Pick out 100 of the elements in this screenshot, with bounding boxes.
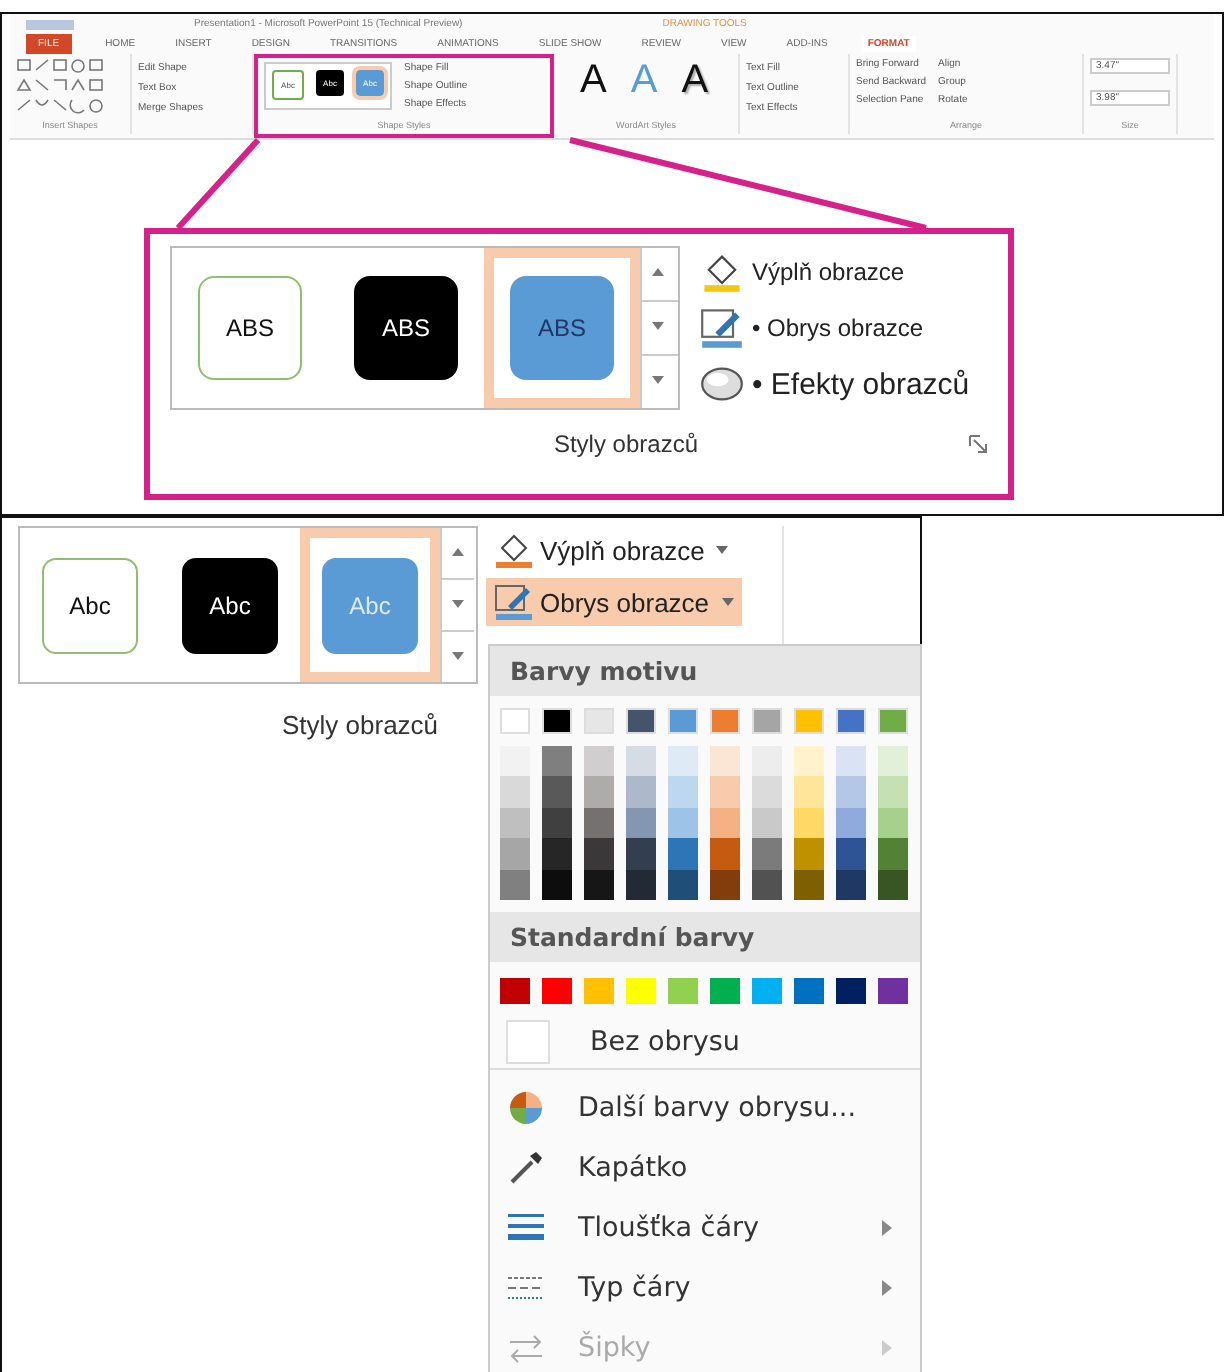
color-swatch[interactable] (584, 708, 614, 734)
color-swatch[interactable] (626, 977, 656, 1004)
color-swatch[interactable] (500, 807, 530, 839)
menu-item[interactable]: Typ čáry (490, 1257, 920, 1318)
color-swatch[interactable] (500, 977, 530, 1004)
color-swatch[interactable] (878, 708, 908, 734)
color-swatch[interactable] (542, 708, 572, 734)
color-swatch[interactable] (710, 869, 740, 900)
color-swatch[interactable] (710, 807, 740, 839)
paint-bucket-icon (700, 250, 744, 294)
ribbon-command[interactable]: Obrys obrazce (486, 578, 742, 626)
ribbon-command[interactable]: Výplň obrazce (486, 526, 742, 574)
color-swatch[interactable] (542, 838, 572, 870)
color-swatch[interactable] (626, 746, 656, 777)
style-option[interactable]: ABS (172, 248, 328, 408)
color-swatch[interactable] (626, 838, 656, 870)
color-swatch[interactable] (584, 838, 614, 870)
color-swatch[interactable] (878, 869, 908, 900)
color-swatch[interactable] (794, 776, 824, 808)
color-swatch[interactable] (668, 807, 698, 839)
color-swatch[interactable] (710, 838, 740, 870)
color-swatch[interactable] (668, 977, 698, 1004)
paint-bucket-icon (494, 530, 534, 570)
color-swatch[interactable] (626, 708, 656, 734)
ribbon-command[interactable]: • Efekty obrazců (752, 367, 970, 401)
color-swatch[interactable] (878, 807, 908, 839)
ribbon-command[interactable]: • Obrys obrazce (752, 314, 924, 342)
color-swatch[interactable] (794, 807, 824, 839)
gallery-scroll-buttons[interactable] (440, 528, 474, 682)
color-swatch[interactable] (836, 807, 866, 839)
color-swatch[interactable] (794, 838, 824, 870)
color-swatch[interactable] (836, 977, 866, 1004)
color-swatch[interactable] (668, 776, 698, 808)
color-swatch[interactable] (836, 869, 866, 900)
color-swatch[interactable] (836, 838, 866, 870)
color-swatch[interactable] (836, 776, 866, 808)
color-swatch[interactable] (878, 776, 908, 808)
style-swatch: ABS (354, 276, 458, 380)
color-swatch[interactable] (500, 776, 530, 808)
color-swatch[interactable] (878, 746, 908, 777)
color-swatch[interactable] (626, 869, 656, 900)
color-swatch[interactable] (584, 746, 614, 777)
wordart-style[interactable]: A (580, 58, 607, 102)
style-swatch: ABS (198, 276, 302, 380)
color-swatch[interactable] (794, 708, 824, 734)
color-swatch[interactable] (668, 708, 698, 734)
menu-item[interactable]: Další barvy obrysu... (490, 1077, 920, 1138)
color-swatch[interactable] (668, 746, 698, 777)
section-heading: Standardní barvy (490, 911, 920, 962)
wordart-style[interactable]: A (681, 58, 709, 102)
color-swatch[interactable] (710, 708, 740, 734)
color-swatch[interactable] (542, 807, 572, 839)
style-option[interactable]: Abc (20, 528, 160, 682)
ribbon-command[interactable]: Výplň obrazce (752, 258, 905, 286)
color-swatch[interactable] (752, 977, 782, 1004)
color-swatch[interactable] (668, 869, 698, 900)
color-swatch[interactable] (500, 838, 530, 870)
color-swatch[interactable] (794, 869, 824, 900)
color-swatch[interactable] (500, 869, 530, 900)
color-swatch[interactable] (836, 708, 866, 734)
color-swatch[interactable] (878, 838, 908, 870)
style-option[interactable]: ABS (484, 248, 640, 408)
color-swatch[interactable] (752, 869, 782, 900)
color-swatch[interactable] (794, 977, 824, 1004)
color-swatch[interactable] (836, 746, 866, 777)
color-swatch[interactable] (710, 977, 740, 1004)
section-heading: Barvy motivu (490, 646, 920, 696)
color-swatch[interactable] (500, 708, 530, 734)
color-swatch[interactable] (752, 746, 782, 777)
color-swatch[interactable] (584, 776, 614, 808)
dialog-launcher-icon[interactable] (968, 434, 988, 454)
color-swatch[interactable] (584, 869, 614, 900)
color-swatch[interactable] (542, 869, 572, 900)
color-swatch[interactable] (542, 776, 572, 808)
color-swatch[interactable] (668, 838, 698, 870)
color-swatch[interactable] (710, 776, 740, 808)
color-swatch[interactable] (584, 977, 614, 1004)
color-swatch[interactable] (752, 807, 782, 839)
style-swatch: Abc (42, 557, 138, 653)
color-swatch[interactable] (584, 807, 614, 839)
color-swatch[interactable] (500, 746, 530, 777)
color-swatch[interactable] (626, 807, 656, 839)
menu-item[interactable]: Tloušťka čáry (490, 1197, 920, 1258)
gallery-scroll-buttons[interactable] (640, 248, 678, 408)
shape-effects-icon (700, 362, 744, 406)
menu-item[interactable]: Bez obrysu (490, 1015, 920, 1070)
color-swatch[interactable] (752, 708, 782, 734)
menu-item[interactable]: Kapátko (490, 1137, 920, 1198)
color-swatch[interactable] (626, 776, 656, 808)
style-option[interactable]: ABS (328, 248, 484, 408)
group-label: Styly obrazců (282, 710, 439, 740)
color-swatch[interactable] (542, 746, 572, 777)
color-swatch[interactable] (710, 746, 740, 777)
color-swatch[interactable] (752, 838, 782, 870)
color-swatch[interactable] (878, 977, 908, 1004)
color-swatch[interactable] (752, 776, 782, 808)
style-option[interactable]: Abc (160, 528, 300, 682)
color-swatch[interactable] (542, 977, 572, 1004)
color-swatch[interactable] (794, 746, 824, 777)
style-swatch: Abc (182, 557, 278, 653)
